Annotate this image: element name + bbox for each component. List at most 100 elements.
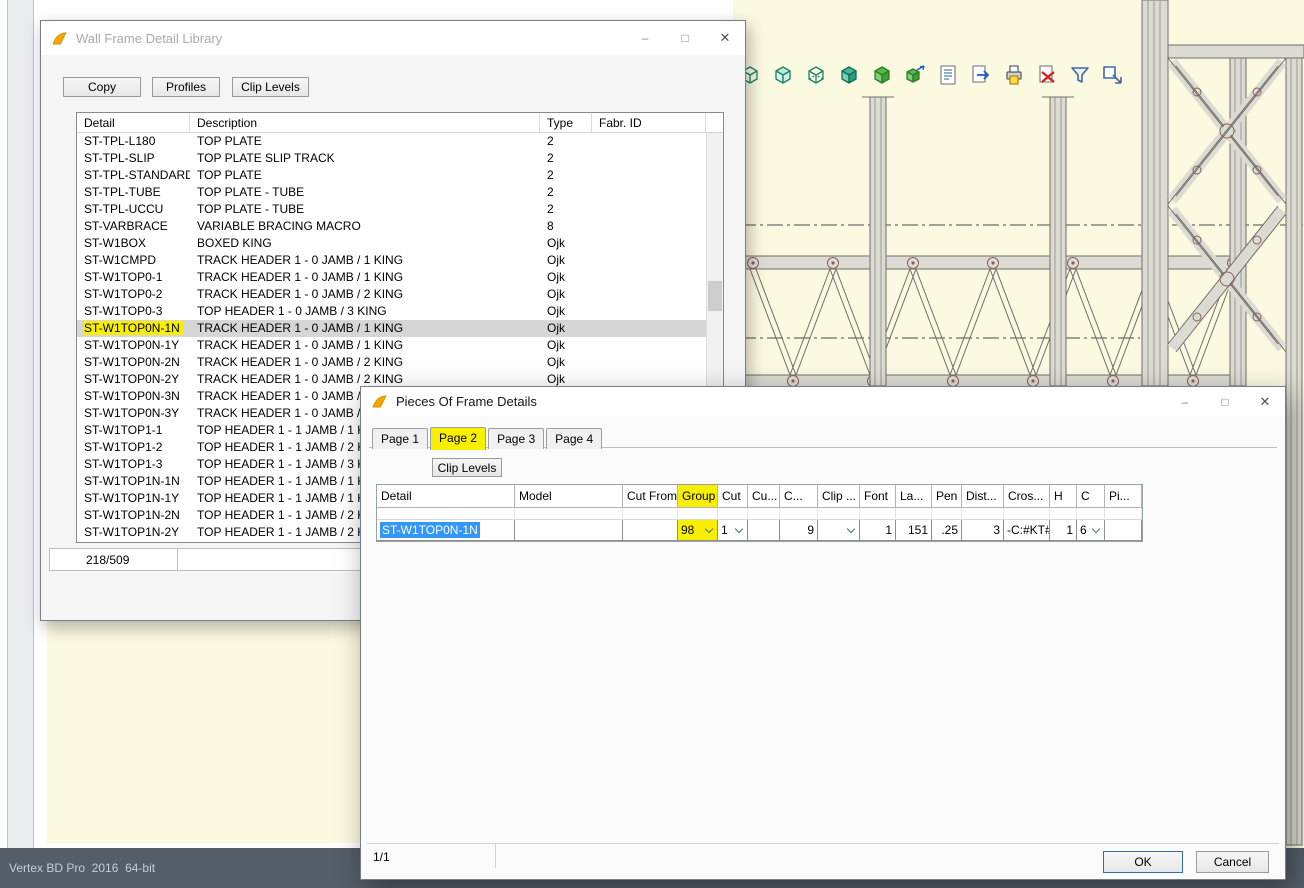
pieces-col-cu[interactable]: Cu...	[748, 485, 780, 508]
library-cell-detail: ST-W1TOP0N-3Y	[77, 405, 190, 422]
library-cell-type: Ojk	[540, 235, 592, 252]
library-row[interactable]: ST-W1TOP0-3TOP HEADER 1 - 0 JAMB / 3 KIN…	[77, 303, 706, 320]
library-row[interactable]: ST-W1TOP0N-2NTRACK HEADER 1 - 0 JAMB / 2…	[77, 354, 706, 371]
scrollbar-thumb[interactable]	[708, 281, 722, 311]
pieces-col-cros[interactable]: Cros...	[1004, 485, 1050, 508]
library-cell-type: Ojk	[540, 303, 592, 320]
pieces-cell-font[interactable]: 1	[860, 520, 896, 541]
pieces-cell-pi[interactable]	[1105, 520, 1142, 541]
library-cell-detail: ST-TPL-UCCU	[77, 201, 190, 218]
pieces-col-c2[interactable]: C	[1077, 485, 1105, 508]
minimize-button[interactable]: –	[625, 21, 665, 55]
library-row[interactable]: ST-TPL-L180TOP PLATE2	[77, 133, 706, 150]
pieces-dialog-titlebar[interactable]: Pieces Of Frame Details – □ ✕	[361, 387, 1285, 416]
pieces-col-pen[interactable]: Pen	[932, 485, 962, 508]
library-row[interactable]: ST-W1CMPDTRACK HEADER 1 - 0 JAMB / 1 KIN…	[77, 252, 706, 269]
library-cell-fabr_id	[592, 167, 706, 184]
tab-page-3[interactable]: Page 3	[488, 428, 544, 449]
ok-button[interactable]: OK	[1103, 851, 1183, 873]
delete-doc-icon[interactable]	[1034, 62, 1060, 88]
pieces-col-font[interactable]: Font	[860, 485, 896, 508]
pieces-cell-detail[interactable]: ST-W1TOP0N-1N	[377, 520, 515, 541]
library-row[interactable]: ST-W1BOXBOXED KINGOjk	[77, 235, 706, 252]
pieces-col-h[interactable]: H	[1050, 485, 1077, 508]
copy-button[interactable]: Copy	[63, 77, 141, 97]
maximize-button[interactable]: □	[1205, 387, 1245, 416]
vertex-logo-icon	[371, 394, 388, 409]
library-cell-detail: ST-W1TOP1-2	[77, 439, 190, 456]
report-icon[interactable]	[935, 62, 961, 88]
pieces-cell-cros[interactable]: -C:#KT#	[1004, 520, 1050, 541]
close-button[interactable]: ✕	[705, 21, 745, 55]
pieces-col-clip[interactable]: Clip ...	[818, 485, 860, 508]
dropdown-arrow-icon[interactable]	[845, 520, 856, 540]
library-col-fabr_id[interactable]: Fabr. ID	[592, 113, 706, 132]
pieces-cell-model[interactable]	[515, 520, 623, 541]
cancel-button[interactable]: Cancel	[1196, 851, 1269, 873]
hidden-line-box-icon[interactable]	[803, 62, 829, 88]
library-cell-description: TOP PLATE SLIP TRACK	[190, 150, 540, 167]
pieces-col-dist[interactable]: Dist...	[962, 485, 1004, 508]
export-icon[interactable]	[968, 62, 994, 88]
pieces-cell-clip[interactable]	[818, 520, 860, 541]
pieces-cell-cu[interactable]	[748, 520, 780, 541]
tab-page-1[interactable]: Page 1	[372, 428, 428, 449]
pieces-filter-cell	[377, 508, 515, 520]
left-panel-strip[interactable]	[7, 0, 34, 848]
pieces-col-model[interactable]: Model	[515, 485, 623, 508]
pieces-col-cut[interactable]: Cut	[718, 485, 748, 508]
minimize-button[interactable]: –	[1165, 387, 1205, 416]
library-row[interactable]: ST-W1TOP0N-1YTRACK HEADER 1 - 0 JAMB / 1…	[77, 337, 706, 354]
library-col-description[interactable]: Description	[190, 113, 540, 132]
pieces-cell-c2[interactable]: 6	[1077, 520, 1105, 541]
library-row[interactable]: ST-VARBRACEVARIABLE BRACING MACRO8	[77, 218, 706, 235]
library-col-detail[interactable]: Detail	[77, 113, 190, 132]
pieces-col-detail[interactable]: Detail	[377, 485, 515, 508]
pieces-cell-cut_from[interactable]	[623, 520, 678, 541]
profiles-button[interactable]: Profiles	[152, 77, 220, 97]
clip-levels-button-pieces[interactable]: Clip Levels	[432, 458, 502, 477]
print-icon[interactable]	[1001, 62, 1027, 88]
solid-cube-icon[interactable]	[869, 62, 895, 88]
dropdown-arrow-icon[interactable]	[703, 520, 714, 540]
clip-levels-button[interactable]: Clip Levels	[232, 77, 309, 97]
filter-icon[interactable]	[1067, 62, 1093, 88]
close-button[interactable]: ✕	[1245, 387, 1285, 416]
pieces-col-cut_from[interactable]: Cut From	[623, 485, 678, 508]
library-row[interactable]: ST-W1TOP0N-1NTRACK HEADER 1 - 0 JAMB / 1…	[77, 320, 706, 337]
tab-page-2[interactable]: Page 2	[430, 427, 486, 450]
rendered-box-icon[interactable]	[836, 62, 862, 88]
pieces-col-la[interactable]: La...	[896, 485, 932, 508]
library-row[interactable]: ST-TPL-STANDARDTOP PLATE2	[77, 167, 706, 184]
library-row[interactable]: ST-TPL-SLIPTOP PLATE SLIP TRACK2	[77, 150, 706, 167]
dropdown-arrow-icon[interactable]	[1090, 520, 1101, 540]
pieces-cell-la[interactable]: 151	[896, 520, 932, 541]
pieces-col-pi[interactable]: Pi...	[1105, 485, 1142, 508]
pieces-window-controls: – □ ✕	[1165, 387, 1285, 416]
library-cell-type: Ojk	[540, 252, 592, 269]
tab-page-4[interactable]: Page 4	[546, 428, 602, 449]
send-view-icon[interactable]	[1100, 62, 1126, 88]
pieces-col-group[interactable]: Group	[678, 485, 718, 508]
library-row[interactable]: ST-TPL-UCCUTOP PLATE - TUBE2	[77, 201, 706, 218]
library-dialog-titlebar[interactable]: Wall Frame Detail Library – □ ✕	[41, 21, 745, 55]
dropdown-arrow-icon[interactable]	[733, 520, 744, 540]
library-row[interactable]: ST-W1TOP0-2TRACK HEADER 1 - 0 JAMB / 2 K…	[77, 286, 706, 303]
maximize-button[interactable]: □	[665, 21, 705, 55]
library-cell-description: TOP HEADER 1 - 0 JAMB / 3 KING	[190, 303, 540, 320]
pieces-cell-c1[interactable]: 9	[780, 520, 818, 541]
library-row[interactable]: ST-TPL-TUBETOP PLATE - TUBE2	[77, 184, 706, 201]
shaded-box-icon[interactable]	[770, 62, 796, 88]
library-cell-detail: ST-W1TOP1N-2Y	[77, 524, 190, 541]
library-col-type[interactable]: Type	[540, 113, 592, 132]
pieces-col-c1[interactable]: C...	[780, 485, 818, 508]
pieces-cell-group[interactable]: 98	[678, 520, 718, 541]
library-row[interactable]: ST-W1TOP0-1TRACK HEADER 1 - 0 JAMB / 1 K…	[77, 269, 706, 286]
pieces-cell-pen[interactable]: .25	[932, 520, 962, 541]
library-cell-detail: ST-TPL-L180	[77, 133, 190, 150]
pieces-cell-cut[interactable]: 1	[718, 520, 748, 541]
pieces-cell-dist[interactable]: 3	[962, 520, 1004, 541]
pieces-cell-h[interactable]: 1	[1050, 520, 1077, 541]
pieces-table-row[interactable]: ST-W1TOP0N-1N98191151.253-C:#KT#16	[377, 520, 1142, 541]
cube-direction-icon[interactable]	[902, 62, 928, 88]
